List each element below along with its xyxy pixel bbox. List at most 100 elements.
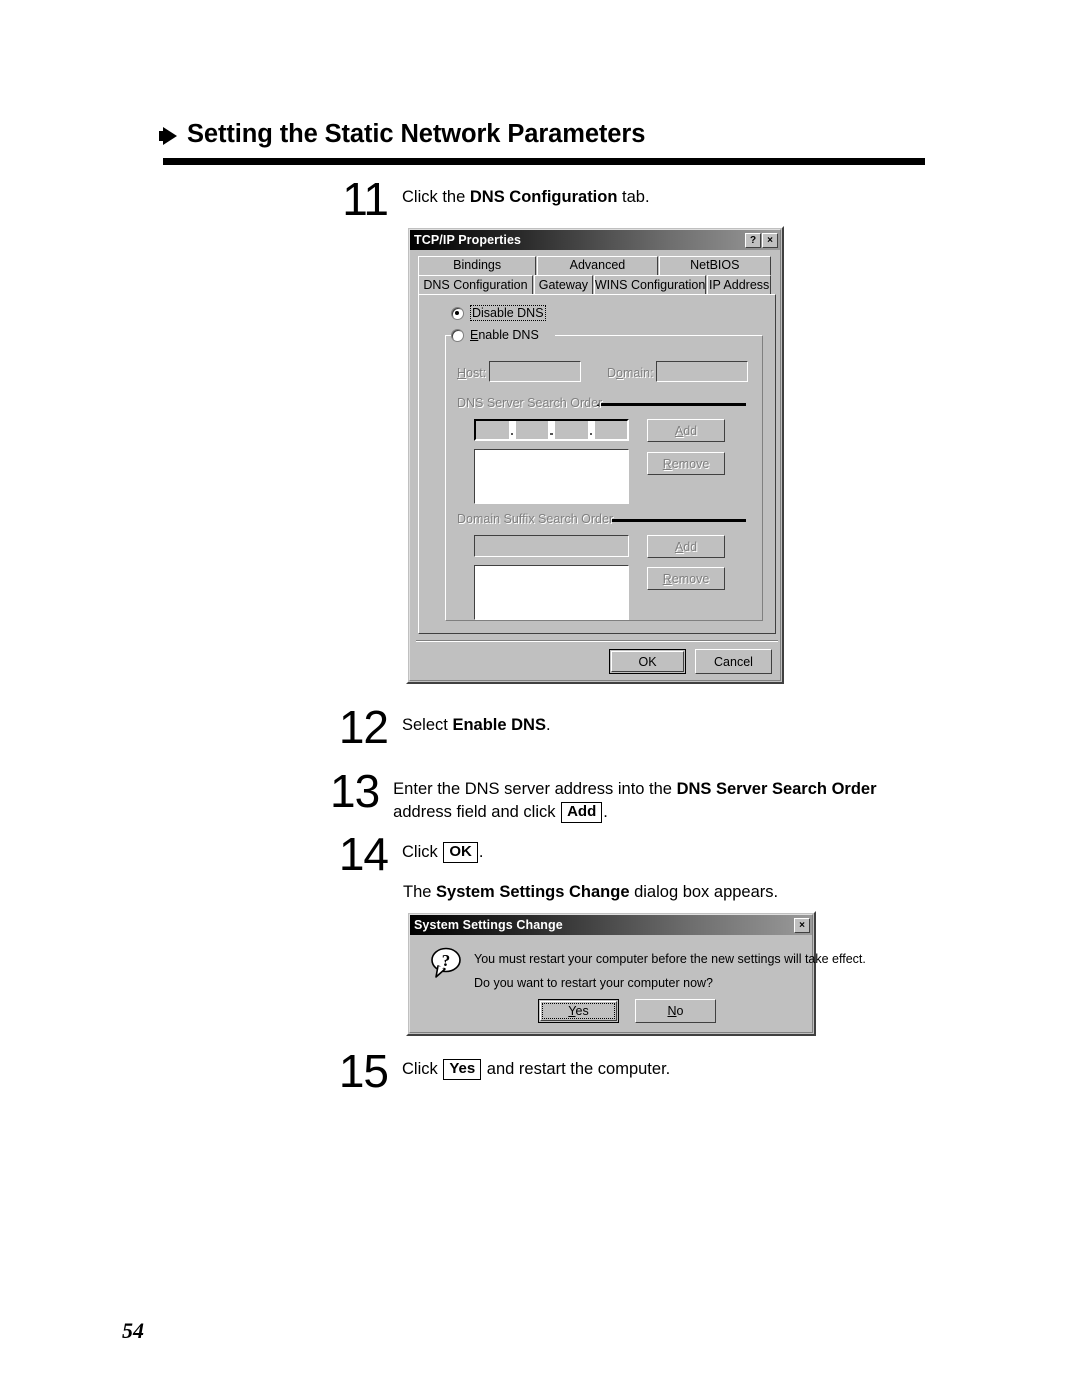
accel-r: R <box>662 456 672 471</box>
domain-suffix-list[interactable] <box>474 565 629 620</box>
button-label: Remove <box>663 457 710 471</box>
message-line-2: Do you want to restart your computer now… <box>474 976 714 990</box>
button-label: Yes <box>568 1004 588 1018</box>
step-text: Enter the DNS server address into the DN… <box>393 772 930 824</box>
note-part: The <box>403 883 437 901</box>
tab-netbios[interactable]: NetBIOS <box>658 256 771 275</box>
radio-enable-dns[interactable]: Enable DNS <box>451 328 539 342</box>
dns-server-ip-input[interactable] <box>474 419 629 441</box>
domain-input[interactable] <box>656 361 748 382</box>
step-11: 11 Click the DNS Configuration tab. <box>330 176 930 222</box>
tab-gateway[interactable]: Gateway <box>533 275 593 295</box>
button-label-rest: dd <box>683 423 698 438</box>
dialog-title: TCP/IP Properties <box>414 233 522 247</box>
step-text-part: Click the <box>402 188 470 206</box>
step-text: Select Enable DNS. <box>402 708 551 737</box>
radio-label-disable-dns: Disable DNS <box>470 305 546 321</box>
tcpip-properties-dialog[interactable]: TCP/IP Properties ? × Bindings Advanced … <box>406 226 784 684</box>
radio-icon-disable-dns[interactable] <box>451 306 464 320</box>
cancel-button[interactable]: Cancel <box>695 649 772 674</box>
note-bold: System Settings Change <box>436 883 630 901</box>
system-settings-change-dialog[interactable]: System Settings Change × ? You must rest… <box>406 911 866 1036</box>
dns-add-button[interactable]: Add <box>647 419 725 442</box>
step-text-bold: Order <box>831 780 877 798</box>
radio-label-enable-dns: Enable DNS <box>470 328 539 342</box>
message-line-1: You must restart your computer before th… <box>474 952 866 966</box>
step-12: 12 Select Enable DNS. <box>330 701 930 753</box>
ip-octet-4[interactable] <box>595 421 628 439</box>
settings-change-note: The System Settings Change dialog box ap… <box>403 881 778 904</box>
help-icon[interactable]: ? <box>745 232 761 248</box>
page-number: 54 <box>122 1318 144 1343</box>
yes-button[interactable]: Yes <box>538 999 619 1023</box>
tab-strip-row2: DNS Configuration Gateway WINS Configura… <box>418 275 772 295</box>
page-title: Setting the Static Network Parameters <box>187 120 646 148</box>
suffix-remove-button[interactable]: Remove <box>647 567 725 590</box>
step-number: 15 <box>338 1045 389 1097</box>
tab-bindings[interactable]: Bindings <box>418 256 537 275</box>
step-number: 12 <box>338 701 389 753</box>
step-text-part: . <box>603 802 608 821</box>
dns-remove-button[interactable]: Remove <box>647 452 725 475</box>
tab-wins-configuration[interactable]: WINS Configuration <box>593 275 707 295</box>
button-label-rest: emove <box>671 456 710 471</box>
tab-strip-row1: Bindings Advanced NetBIOS <box>418 256 772 275</box>
no-button[interactable]: No <box>635 999 716 1023</box>
step-15: 15 Click Yes and restart the computer. <box>330 1045 930 1097</box>
step-14: 14 Click OK. <box>330 828 930 880</box>
page-header: Setting the Static Network Parameters <box>159 120 925 165</box>
step-text-bold: DNS Server Search <box>676 780 827 798</box>
close-icon[interactable]: × <box>762 232 778 248</box>
step-text-part: Select <box>402 716 453 734</box>
accel-a: A <box>674 539 684 554</box>
step-text-bold: DNS Configuration <box>469 188 618 206</box>
dns-server-list[interactable] <box>474 449 629 504</box>
step-text: Click Yes and restart the computer. <box>402 1052 670 1081</box>
accel-n: N <box>667 1004 677 1018</box>
header-divider <box>163 157 925 165</box>
step-text-bold: Enable DNS <box>452 716 546 734</box>
suffix-add-button[interactable]: Add <box>647 535 725 558</box>
step-text-part: . <box>545 716 551 734</box>
button-label-rest: emove <box>671 571 710 586</box>
step-text-part: . <box>478 843 484 861</box>
button-label: Add <box>675 540 697 554</box>
button-label: Cancel <box>714 654 753 669</box>
ip-octet-2[interactable] <box>516 421 549 439</box>
tab-ip-address[interactable]: IP Address <box>707 275 771 295</box>
accel-r: R <box>662 571 672 586</box>
radio-disable-dns[interactable]: Disable DNS <box>451 305 546 321</box>
domain-suffix-input[interactable] <box>474 535 629 557</box>
button-label: Remove <box>663 572 710 586</box>
tab-advanced[interactable]: Advanced <box>537 256 658 275</box>
radio-icon-enable-dns[interactable] <box>451 328 464 342</box>
keycap-yes[interactable]: Yes <box>443 1059 482 1080</box>
domain-label: Domain: <box>607 366 654 380</box>
dialog-button-separator <box>416 640 778 642</box>
dialog-titlebar[interactable]: System Settings Change × <box>410 915 812 935</box>
step-number: 14 <box>338 828 389 880</box>
ok-button[interactable]: OK <box>609 649 686 674</box>
close-icon[interactable]: × <box>794 917 810 933</box>
tab-page-dns-configuration: Disable DNS Enable DNS Host: Domain: DNS… <box>418 294 776 634</box>
keycap-add[interactable]: Add <box>561 801 603 823</box>
dns-server-search-order-label: DNS Server Search Order <box>457 396 603 410</box>
ip-octet-1[interactable] <box>476 421 509 439</box>
note-part: dialog box appears. <box>629 883 779 901</box>
step-number: 13 <box>330 765 380 817</box>
step-text: Click the DNS Configuration tab. <box>402 180 650 209</box>
dialog-titlebar[interactable]: TCP/IP Properties ? × <box>410 230 780 250</box>
step-text-part: Enter the DNS server address into the <box>393 780 677 798</box>
button-label-rest: es <box>575 1004 589 1018</box>
question-mark-icon: ? <box>430 946 464 980</box>
step-text-part: tab. <box>617 188 650 206</box>
button-label-rest: o <box>676 1004 684 1018</box>
host-input[interactable] <box>489 361 581 382</box>
svg-text:?: ? <box>442 951 451 970</box>
step-text-part: address field and click <box>393 802 561 821</box>
accel-y: Y <box>568 1004 576 1018</box>
tab-dns-configuration[interactable]: DNS Configuration <box>418 275 533 295</box>
ip-octet-3[interactable] <box>555 421 588 439</box>
step-text-part: Click <box>402 843 443 861</box>
keycap-ok[interactable]: OK <box>443 842 478 863</box>
